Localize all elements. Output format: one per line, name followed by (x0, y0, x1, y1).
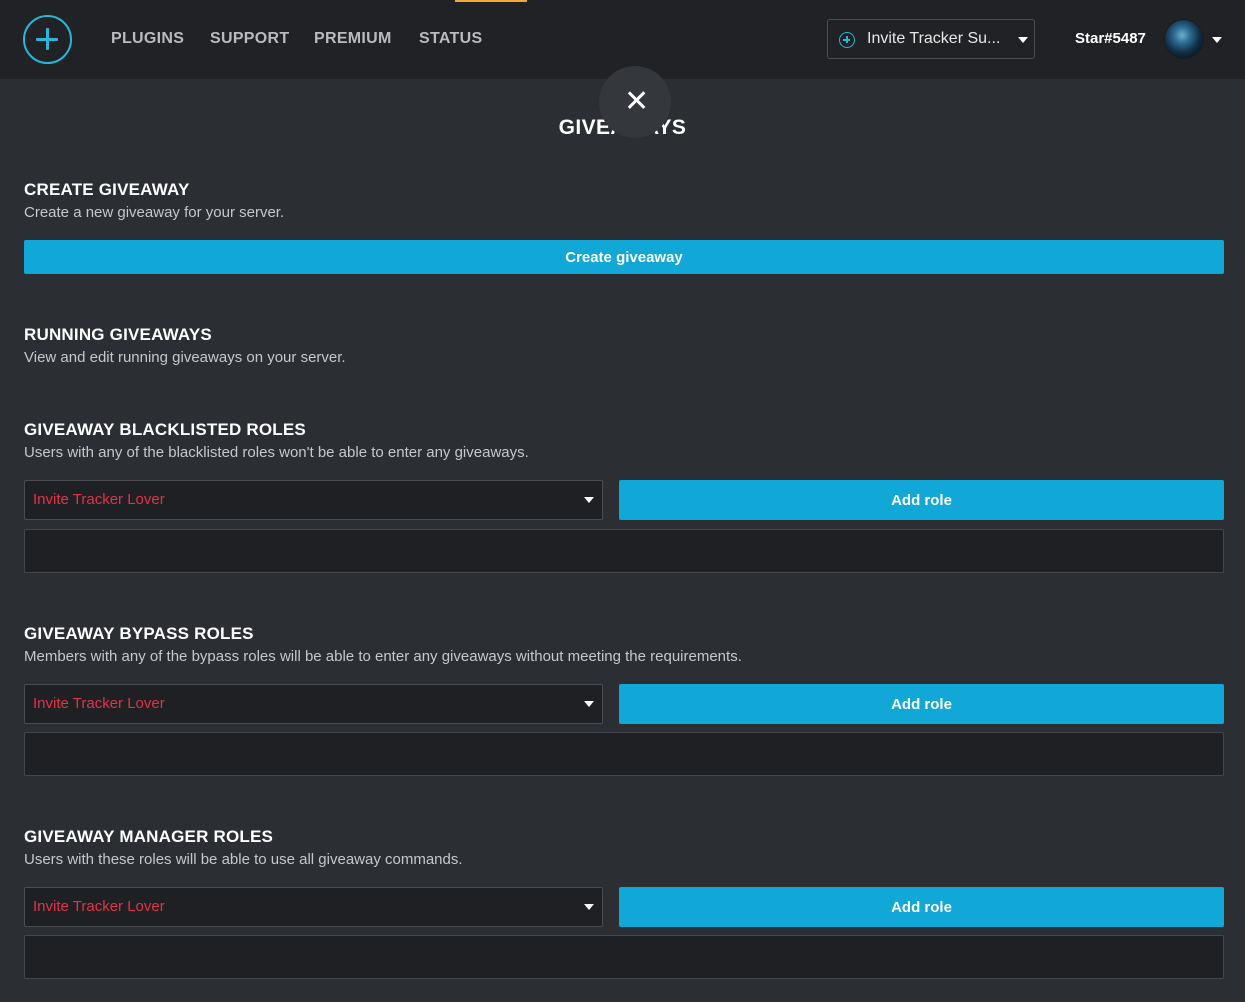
running-giveaways-description: View and edit running giveaways on your … (24, 349, 346, 366)
running-giveaways-title: RUNNING GIVEAWAYS (24, 325, 212, 344)
nav-support[interactable]: SUPPORT (210, 30, 289, 48)
selected-role: Invite Tracker Lover (33, 491, 165, 508)
add-manager-role-button[interactable]: Add role (619, 887, 1224, 927)
user-name[interactable]: Star#5487 (1075, 30, 1146, 47)
close-icon[interactable]: ✕ (624, 87, 649, 117)
blacklisted-role-select[interactable]: Invite Tracker Lover (24, 480, 603, 520)
server-selector[interactable]: Invite Tracker Su... (827, 19, 1035, 59)
chevron-down-icon (584, 701, 594, 707)
avatar[interactable] (1164, 19, 1204, 59)
selected-role: Invite Tracker Lover (33, 695, 165, 712)
nav-premium[interactable]: PREMIUM (314, 30, 392, 48)
user-menu-chevron-down-icon[interactable] (1212, 37, 1222, 43)
create-giveaway-title: CREATE GIVEAWAY (24, 180, 190, 199)
manager-role-select[interactable]: Invite Tracker Lover (24, 887, 603, 927)
blacklisted-roles-title: GIVEAWAY BLACKLISTED ROLES (24, 420, 306, 439)
nav-plugins[interactable]: PLUGINS (111, 30, 184, 48)
chevron-down-icon (584, 497, 594, 503)
nav-status[interactable]: STATUS (419, 30, 482, 48)
selected-role: Invite Tracker Lover (33, 898, 165, 915)
server-name: Invite Tracker Su... (867, 30, 1001, 47)
bypass-roles-description: Members with any of the bypass roles wil… (24, 648, 742, 665)
add-blacklisted-role-button[interactable]: Add role (619, 480, 1224, 520)
create-giveaway-button[interactable]: Create giveaway (24, 240, 1224, 274)
bypass-roles-title: GIVEAWAY BYPASS ROLES (24, 624, 254, 643)
add-bypass-role-button[interactable]: Add role (619, 684, 1224, 724)
bypass-roles-list[interactable] (24, 732, 1224, 776)
manager-roles-description: Users with these roles will be able to u… (24, 851, 463, 868)
create-giveaway-description: Create a new giveaway for your server. (24, 204, 285, 221)
manager-roles-list[interactable] (24, 935, 1224, 979)
chevron-down-icon (1018, 37, 1028, 43)
logo-plus-icon[interactable] (23, 15, 72, 64)
active-tab-indicator (455, 0, 527, 2)
chevron-down-icon (584, 904, 594, 910)
bypass-role-select[interactable]: Invite Tracker Lover (24, 684, 603, 724)
blacklisted-roles-list[interactable] (24, 529, 1224, 573)
blacklisted-roles-description: Users with any of the blacklisted roles … (24, 444, 529, 461)
manager-roles-title: GIVEAWAY MANAGER ROLES (24, 827, 274, 846)
plus-circle-icon (839, 32, 855, 48)
